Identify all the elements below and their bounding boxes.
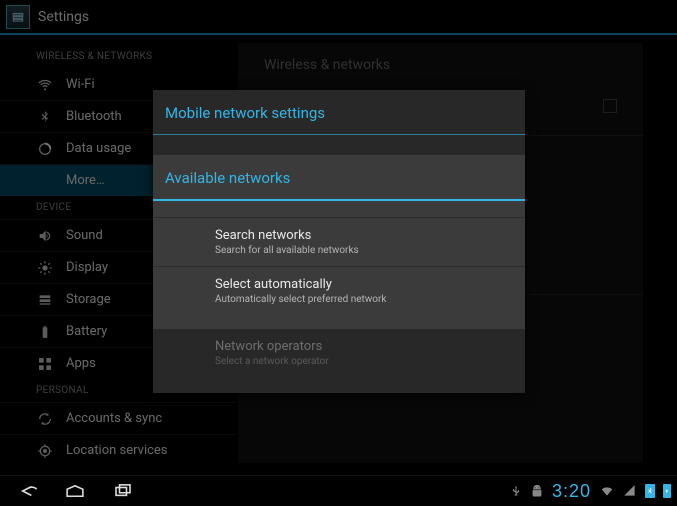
dialog-item-title: Network operators <box>215 339 513 354</box>
recent-apps-button[interactable] <box>110 481 136 501</box>
home-button[interactable] <box>62 481 88 501</box>
dialog-item-sub: Automatically select preferred network <box>215 294 513 305</box>
clock: 3:20 <box>552 481 591 502</box>
dialog-item-select-automatically[interactable]: Select automatically Automatically selec… <box>153 266 525 315</box>
dialog-section-title: Available networks <box>153 155 525 199</box>
dialog-item-network-operators[interactable]: Network operators Select a network opera… <box>153 329 525 377</box>
dialog-item-search-networks[interactable]: Search networks Search for all available… <box>153 217 525 266</box>
wifi-status-icon <box>599 484 615 498</box>
system-bar: 3:20 <box>0 475 677 506</box>
dialog-item-title: Search networks <box>215 228 513 243</box>
bluetooth-status-icon <box>645 484 655 498</box>
dialog-item-sub: Search for all available networks <box>215 245 513 256</box>
dialog-title: Mobile network settings <box>153 90 525 134</box>
back-button[interactable] <box>14 481 40 501</box>
dialog-item-title: Select automatically <box>215 277 513 292</box>
dialog-item-sub: Select a network operator <box>215 356 513 367</box>
signal-status-icon <box>623 484 637 498</box>
dialog-available-networks: Mobile network settings Available networ… <box>153 90 525 393</box>
android-debug-icon <box>530 484 544 498</box>
battery-status-icon <box>663 484 671 498</box>
usb-icon <box>510 484 522 498</box>
